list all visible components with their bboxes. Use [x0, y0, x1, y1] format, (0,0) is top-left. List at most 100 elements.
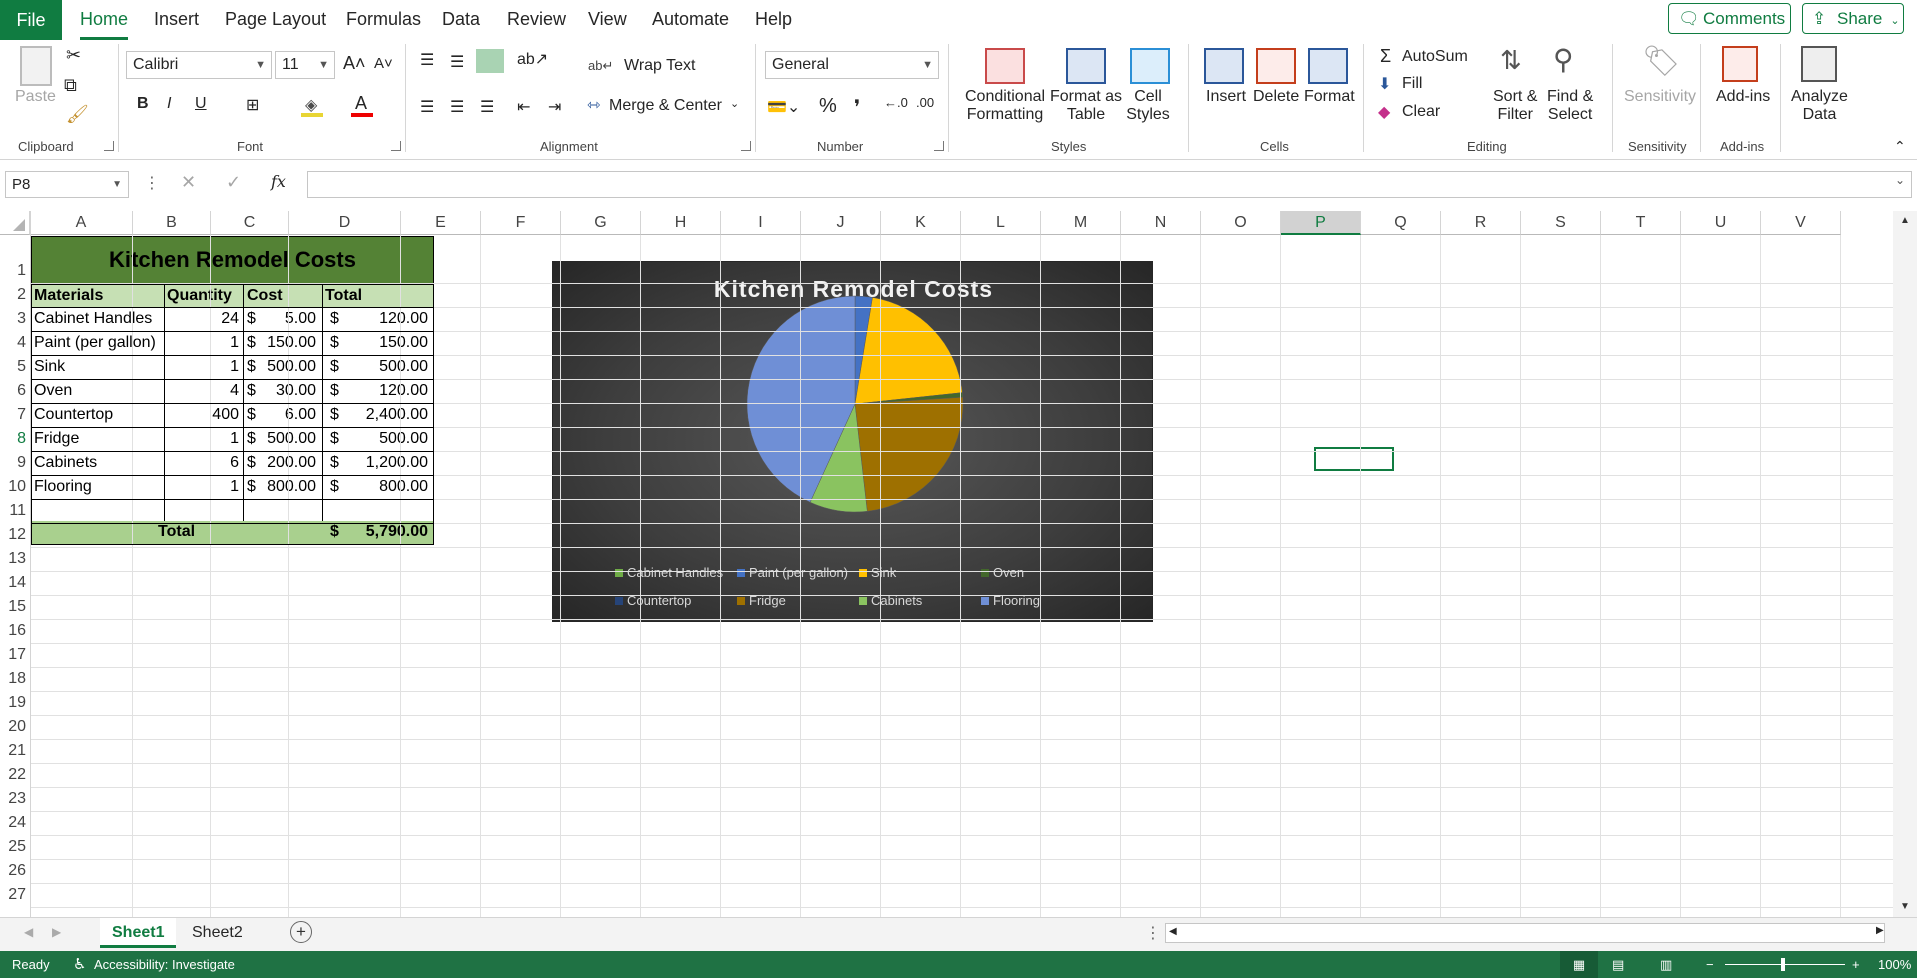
header-materials[interactable]: Materials: [34, 284, 103, 308]
row-header-11[interactable]: 11: [0, 502, 30, 520]
bold-button[interactable]: B: [137, 95, 149, 113]
fill-button[interactable]: Fill: [1402, 75, 1422, 93]
row-header-5[interactable]: 5: [0, 358, 30, 376]
row-header-15[interactable]: 15: [0, 598, 30, 616]
comma-button[interactable]: ❜: [854, 95, 860, 120]
increase-decimal-icon[interactable]: ←.0: [884, 95, 908, 110]
cost-cell[interactable]: 500.00: [255, 427, 319, 451]
clear-button[interactable]: Clear: [1402, 103, 1440, 121]
align-right-icon[interactable]: ☰: [480, 97, 494, 117]
cost-cell[interactable]: 500.00: [255, 355, 319, 379]
file-tab[interactable]: File: [0, 0, 62, 40]
format-cells-button[interactable]: Format: [1304, 88, 1355, 106]
align-middle-icon[interactable]: ☰: [450, 52, 464, 72]
tab-insert[interactable]: Insert: [154, 0, 199, 40]
pie-chart[interactable]: Kitchen Remodel Costs Cabinet Handles Pai…: [552, 261, 1153, 622]
worksheet-grid[interactable]: Kitchen Remodel Costs Materials Quantity…: [0, 211, 1893, 917]
material-cell[interactable]: Cabinets: [34, 451, 162, 475]
row-header-10[interactable]: 10: [0, 478, 30, 496]
paste-button[interactable]: Paste: [15, 88, 56, 106]
column-header-r[interactable]: R: [1441, 211, 1521, 235]
total-cell[interactable]: 120.00: [340, 307, 431, 331]
row-header-12[interactable]: 12: [0, 526, 30, 544]
borders-icon[interactable]: ⊞: [246, 95, 259, 115]
merge-center-button[interactable]: Merge & Center: [609, 97, 722, 115]
tab-page-layout[interactable]: Page Layout: [225, 0, 326, 40]
material-cell[interactable]: Paint (per gallon): [34, 331, 162, 355]
decrease-indent-icon[interactable]: ⇤: [517, 97, 530, 117]
cell-styles-button[interactable]: Cell Styles: [1120, 88, 1176, 124]
column-header-v[interactable]: V: [1761, 211, 1841, 235]
column-header-a[interactable]: A: [30, 211, 133, 235]
number-format-select[interactable]: General ▼: [765, 51, 939, 79]
zoom-slider-thumb[interactable]: [1781, 958, 1785, 971]
pie-slice-fridge[interactable]: [854, 396, 964, 512]
italic-button[interactable]: I: [167, 95, 171, 113]
material-cell[interactable]: Fridge: [34, 427, 162, 451]
scroll-down-icon[interactable]: ▼: [1900, 901, 1910, 912]
column-header-e[interactable]: E: [401, 211, 481, 235]
column-header-s[interactable]: S: [1521, 211, 1601, 235]
align-left-icon[interactable]: ☰: [420, 97, 434, 117]
zoom-level[interactable]: 100%: [1878, 951, 1911, 978]
header-cost[interactable]: Cost: [247, 284, 283, 308]
comments-button[interactable]: 🗨 Comments: [1668, 3, 1791, 34]
scroll-up-icon[interactable]: ▲: [1900, 215, 1910, 226]
total-cell[interactable]: 150.00: [340, 331, 431, 355]
scroll-thumb[interactable]: [1184, 926, 1917, 940]
clipboard-launcher-icon[interactable]: [104, 141, 114, 151]
row-header-9[interactable]: 9: [0, 454, 30, 472]
row-header-26[interactable]: 26: [0, 862, 30, 880]
normal-view-icon[interactable]: ▦: [1560, 951, 1598, 978]
page-break-view-icon[interactable]: ▥: [1660, 951, 1672, 978]
fill-color-icon[interactable]: ◈: [305, 95, 317, 115]
align-center-icon[interactable]: ☰: [450, 97, 464, 117]
number-launcher-icon[interactable]: [934, 141, 944, 151]
quantity-cell[interactable]: 4: [164, 379, 242, 403]
tab-data[interactable]: Data: [442, 0, 480, 40]
row-header-22[interactable]: 22: [0, 766, 30, 784]
next-sheet-icon[interactable]: ▶: [52, 925, 61, 939]
legend-item[interactable]: Paint (per gallon): [737, 565, 848, 580]
total-cell[interactable]: 2,400.00: [340, 403, 431, 427]
format-painter-icon[interactable]: 🖌: [66, 104, 89, 125]
sensitivity-button[interactable]: Sensitivity: [1624, 88, 1696, 106]
align-top-icon[interactable]: ☰: [420, 50, 434, 70]
material-cell[interactable]: Sink: [34, 355, 162, 379]
sheet-tab-sheet1[interactable]: Sheet1: [100, 918, 177, 948]
total-cell[interactable]: 120.00: [340, 379, 431, 403]
quantity-cell[interactable]: 24: [164, 307, 242, 331]
column-header-i[interactable]: I: [721, 211, 801, 235]
pie-slice-sink[interactable]: [854, 297, 963, 405]
cost-cell[interactable]: 800.00: [255, 475, 319, 499]
column-header-p[interactable]: P: [1281, 211, 1361, 235]
header-total[interactable]: Total: [325, 284, 362, 308]
material-cell[interactable]: Flooring: [34, 475, 162, 499]
total-cell[interactable]: 800.00: [340, 475, 431, 499]
zoom-in-icon[interactable]: +: [1852, 951, 1860, 978]
row-header-4[interactable]: 4: [0, 334, 30, 352]
legend-item[interactable]: Oven: [981, 565, 1024, 580]
add-sheet-icon[interactable]: +: [290, 921, 312, 943]
font-color-icon[interactable]: A: [355, 93, 367, 114]
row-header-18[interactable]: 18: [0, 670, 30, 688]
delete-cells-button[interactable]: Delete: [1253, 88, 1299, 106]
column-header-b[interactable]: B: [133, 211, 211, 235]
decrease-decimal-icon[interactable]: .00: [916, 95, 934, 110]
row-header-2[interactable]: 2: [0, 286, 30, 304]
row-header-19[interactable]: 19: [0, 694, 30, 712]
legend-item[interactable]: Sink: [859, 565, 896, 580]
cancel-icon[interactable]: ✕: [181, 172, 196, 193]
total-cell[interactable]: 1,200.00: [340, 451, 431, 475]
percent-button[interactable]: %: [819, 95, 837, 118]
row-header-1[interactable]: 1: [0, 262, 30, 280]
row-header-3[interactable]: 3: [0, 310, 30, 328]
total-cell[interactable]: 500.00: [340, 355, 431, 379]
paste-icon[interactable]: [20, 46, 52, 86]
zoom-out-icon[interactable]: −: [1706, 951, 1714, 978]
accessibility-status[interactable]: Accessibility: Investigate: [94, 951, 235, 978]
horizontal-scrollbar[interactable]: ◀: [1165, 923, 1885, 943]
column-header-n[interactable]: N: [1121, 211, 1201, 235]
find-select-button[interactable]: Find & Select: [1547, 88, 1593, 124]
row-header-17[interactable]: 17: [0, 646, 30, 664]
